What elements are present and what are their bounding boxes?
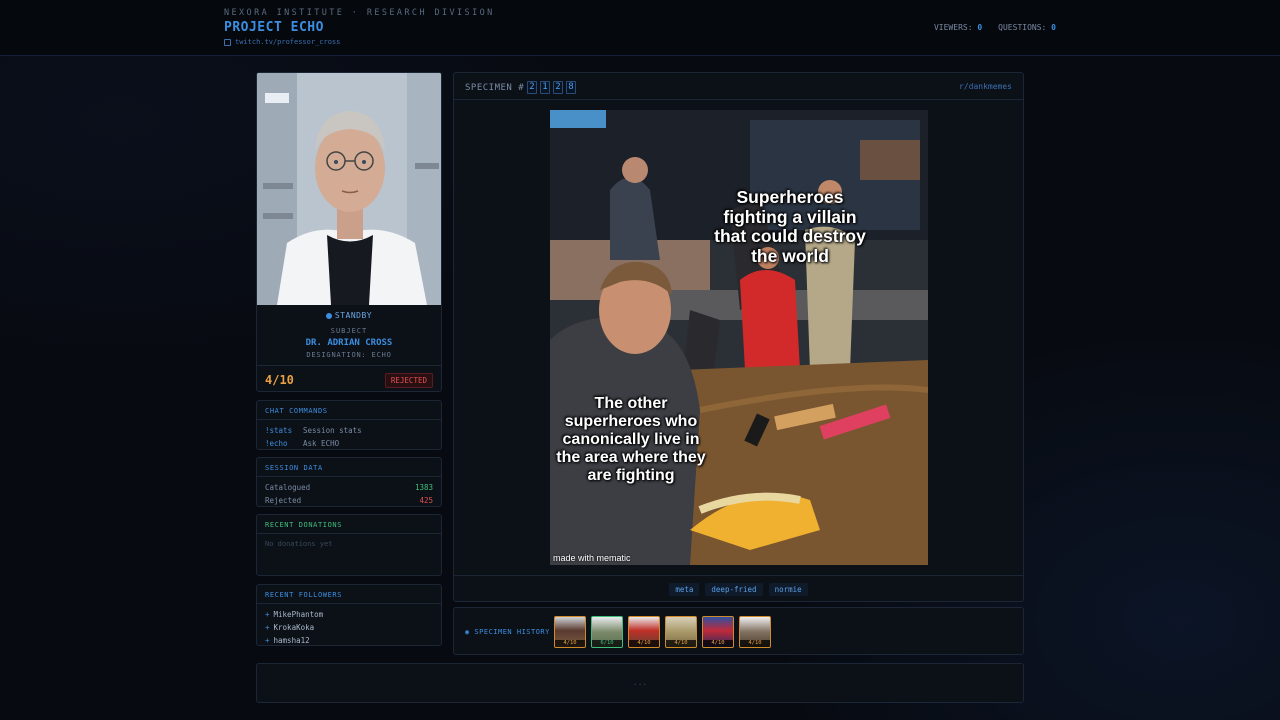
- loading-dots: ...: [632, 678, 648, 687]
- command-name: !stats: [265, 426, 293, 435]
- status-indicator: STANDBY: [257, 311, 441, 320]
- subject-designation: DESIGNATION: ECHO: [306, 351, 392, 359]
- catalogued-label: Catalogued: [265, 483, 311, 492]
- twitch-icon: [224, 38, 231, 46]
- meme-illustration: [550, 110, 928, 565]
- plus-icon: +: [265, 636, 270, 645]
- specimen-digit: 2: [527, 81, 538, 94]
- rejected-label: Rejected: [265, 496, 302, 505]
- history-thumbnail[interactable]: 4/10: [554, 616, 586, 648]
- donations-title: RECENT DONATIONS: [257, 515, 441, 534]
- questions-count: 0: [1051, 23, 1056, 32]
- twitch-link[interactable]: twitch.tv/professor_cross: [224, 38, 340, 46]
- history-thumbnail[interactable]: 4/10: [739, 616, 771, 648]
- followers-panel: RECENT FOLLOWERS + MikePhantom + KrokaKoka…: [256, 584, 442, 646]
- follower-item: + KrokaKoka: [257, 621, 441, 634]
- verdict-badge: REJECTED: [384, 373, 433, 388]
- top-header: NEXORA INSTITUTE · RESEARCH DIVISION PRO…: [0, 0, 1280, 56]
- org-title: NEXORA INSTITUTE · RESEARCH DIVISION: [224, 8, 495, 18]
- score-row: 4/10 REJECTED: [257, 365, 441, 391]
- thumbnail-score: 4/10: [703, 640, 733, 647]
- history-thumbnail[interactable]: 4/10: [628, 616, 660, 648]
- meme-caption-top: Superheroes fighting a villain that coul…: [714, 187, 866, 266]
- specimen-panel: SPECIMEN # 2 1 2 8 r/dankmemes Superhero…: [453, 72, 1024, 602]
- viewers-stat: VIEWERS: 0: [934, 23, 982, 32]
- tag-chip[interactable]: deep-fried: [705, 583, 763, 596]
- meme-watermark: made with mematic: [553, 553, 631, 563]
- subject-name: DR. ADRIAN CROSS: [305, 338, 393, 348]
- specimen-id: SPECIMEN # 2 1 2 8: [465, 81, 577, 94]
- command-row: !stats Session stats: [257, 424, 441, 437]
- meme-caption-bottom: The other superheroes who canonically li…: [556, 395, 706, 484]
- subject-portrait: [257, 73, 441, 305]
- status-text: STANDBY: [334, 311, 373, 320]
- thumbnail-score: 4/10: [666, 640, 696, 647]
- viewers-count: 0: [977, 23, 983, 32]
- status-dot-icon: [325, 312, 332, 319]
- twitch-link-text: twitch.tv/professor_cross: [235, 38, 341, 46]
- specimen-digit: 2: [553, 81, 564, 94]
- donations-panel: RECENT DONATIONS No donations yet: [256, 514, 442, 576]
- meme-image: Superheroes fighting a villain that coul…: [550, 110, 928, 565]
- rejected-row: Rejected 425: [257, 494, 441, 507]
- thumbnail-score: 4/10: [629, 640, 659, 647]
- thumbnail-score: 4/10: [555, 640, 585, 647]
- questions-stat: QUESTIONS: 0: [998, 23, 1056, 32]
- session-data-panel: SESSION DATA Catalogued 1383 Rejected 42…: [256, 457, 442, 507]
- specimen-history-panel: ◉ SPECIMEN HISTORY 4/10 6/10 4/10 4/10 4…: [453, 607, 1024, 655]
- history-thumbnail[interactable]: 4/10: [702, 616, 734, 648]
- subject-card: STANDBY SUBJECT DR. ADRIAN CROSS DESIGNA…: [256, 72, 442, 392]
- command-desc: Session stats: [303, 426, 362, 435]
- follower-item: + hamsha12: [257, 634, 441, 647]
- questions-label: QUESTIONS:: [998, 23, 1047, 32]
- catalogued-value: 1383: [414, 483, 433, 492]
- specimen-tags: meta deep-fried normie: [454, 575, 1023, 603]
- footer-panel: ...: [256, 663, 1024, 703]
- history-label: ◉ SPECIMEN HISTORY: [465, 628, 550, 636]
- plus-icon: +: [265, 623, 270, 632]
- session-data-title: SESSION DATA: [257, 458, 441, 477]
- specimen-digit: 8: [566, 81, 577, 94]
- followers-title: RECENT FOLLOWERS: [257, 585, 441, 604]
- history-thumbnail[interactable]: 6/10: [591, 616, 623, 648]
- rejected-value: 425: [419, 496, 433, 505]
- follower-name: hamsha12: [273, 636, 310, 645]
- catalogued-row: Catalogued 1383: [257, 481, 441, 494]
- history-thumbnail[interactable]: 4/10: [665, 616, 697, 648]
- command-row: !echo Ask ECHO: [257, 437, 441, 450]
- portrait-illustration: [257, 73, 441, 305]
- specimen-header: SPECIMEN # 2 1 2 8 r/dankmemes: [454, 73, 1023, 100]
- command-desc: Ask ECHO: [303, 439, 340, 448]
- viewers-label: VIEWERS:: [933, 23, 973, 32]
- follower-item: + MikePhantom: [257, 608, 441, 621]
- specimen-digit: 1: [540, 81, 551, 94]
- donations-empty: No donations yet: [265, 540, 333, 548]
- thumbnail-score: 4/10: [740, 640, 770, 647]
- command-name: !echo: [265, 439, 288, 448]
- header-stats: VIEWERS: 0 QUESTIONS: 0: [934, 23, 1056, 32]
- project-title: PROJECT ECHO: [224, 20, 324, 35]
- thumbnail-score: 6/10: [592, 640, 622, 647]
- current-score: 4/10: [265, 373, 294, 387]
- plus-icon: +: [265, 610, 270, 619]
- follower-name: MikePhantom: [273, 610, 324, 619]
- chat-commands-title: CHAT COMMANDS: [257, 401, 441, 420]
- specimen-label: SPECIMEN #: [465, 82, 525, 93]
- chat-commands-panel: CHAT COMMANDS !stats Session stats !echo…: [256, 400, 442, 450]
- subject-label: SUBJECT: [330, 327, 368, 335]
- tag-chip[interactable]: normie: [768, 583, 808, 596]
- tag-chip[interactable]: meta: [669, 583, 700, 596]
- history-thumbnails: 4/10 6/10 4/10 4/10 4/10 4/10: [554, 616, 771, 648]
- follower-name: KrokaKoka: [273, 623, 315, 632]
- subreddit-link[interactable]: r/dankmemes: [959, 82, 1012, 91]
